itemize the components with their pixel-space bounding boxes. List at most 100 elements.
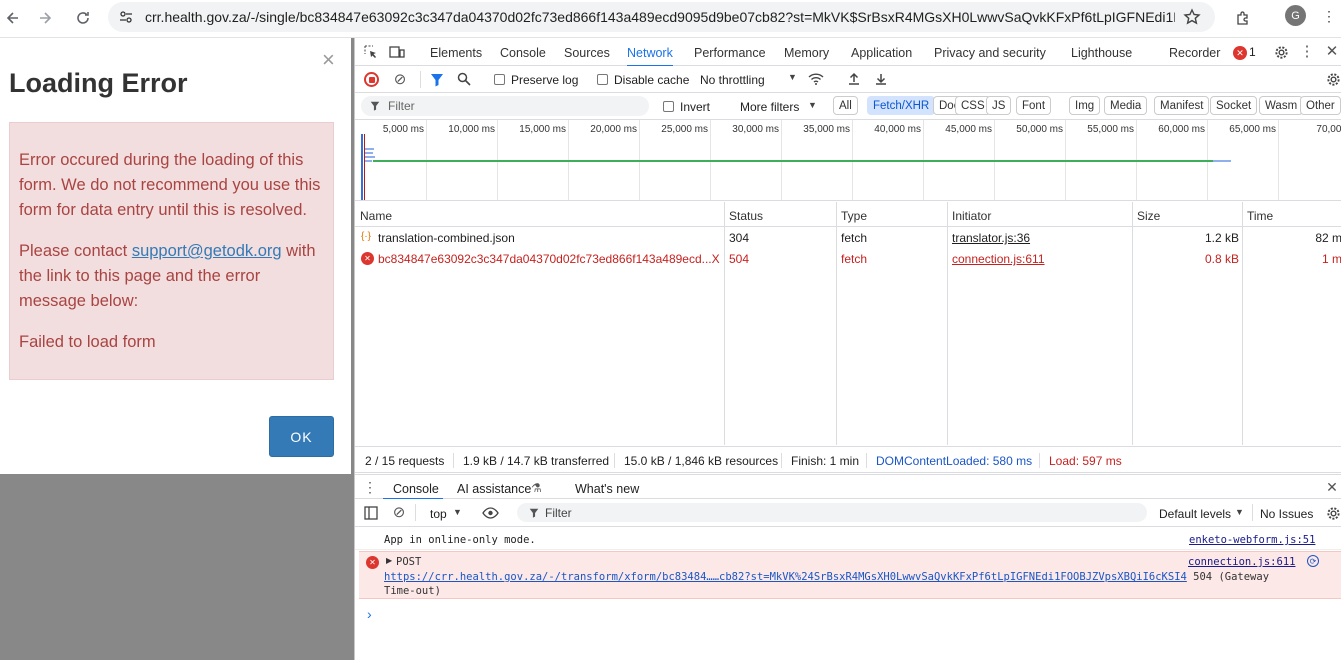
record-stop-icon[interactable] — [364, 72, 379, 87]
column-time[interactable]: Time — [1247, 209, 1273, 223]
type-filter-other[interactable]: Other — [1300, 96, 1341, 115]
type-filter-js[interactable]: JS — [986, 96, 1012, 115]
source-link[interactable]: enketo-webform.js:51 — [1189, 534, 1315, 546]
request-status: 304 — [729, 231, 750, 245]
export-har-icon[interactable] — [873, 71, 889, 87]
expand-triangle-icon[interactable]: ▶ — [386, 556, 392, 565]
console-filter-input[interactable]: Filter — [517, 503, 1147, 522]
browser-menu-icon[interactable]: ⋮ — [1322, 8, 1336, 25]
close-drawer-icon[interactable]: ✕ — [1325, 479, 1339, 495]
console-settings-icon[interactable] — [1325, 505, 1341, 521]
tab-privacy-and-security[interactable]: Privacy and security — [934, 46, 1046, 60]
error-count[interactable]: 1 — [1249, 45, 1256, 59]
drawer-tab-ai-assistance[interactable]: AI assistance — [457, 482, 531, 496]
timeline-tick: 55,000 ms — [1087, 124, 1134, 135]
request-name[interactable]: translation-combined.json — [378, 231, 515, 245]
close-devtools-icon[interactable]: ✕ — [1325, 43, 1339, 60]
experiment-flask-icon: ⚗ — [531, 481, 542, 495]
sidebar-toggle-icon[interactable] — [363, 505, 379, 521]
type-filter-socket[interactable]: Socket — [1210, 96, 1258, 115]
tab-network[interactable]: Network — [627, 46, 673, 67]
preserve-log-checkbox[interactable] — [494, 74, 505, 85]
column-type[interactable]: Type — [841, 209, 867, 223]
timeline-tick: 60,000 ms — [1158, 124, 1205, 135]
disable-cache-checkbox[interactable] — [597, 74, 608, 85]
type-filter-wasm[interactable]: Wasm — [1259, 96, 1304, 115]
support-email-link[interactable]: support@getodk.org — [132, 242, 282, 260]
request-time: 82 m — [1315, 231, 1341, 245]
more-filters-dropdown[interactable]: More filters — [740, 100, 799, 114]
network-request-icon[interactable]: ⟳ — [1307, 555, 1319, 567]
type-filter-media[interactable]: Media — [1104, 96, 1148, 115]
filter-funnel-icon[interactable] — [429, 72, 445, 88]
tab-performance[interactable]: Performance — [694, 46, 766, 60]
tab-elements[interactable]: Elements — [430, 46, 482, 60]
error-icon: ✕ — [366, 556, 379, 569]
extensions-icon[interactable] — [1230, 5, 1256, 31]
back-icon[interactable] — [0, 5, 26, 31]
timeline-overview[interactable]: 5,000 ms 10,000 ms 15,000 ms 20,000 ms 25,00… — [355, 120, 1341, 201]
tab-sources[interactable]: Sources — [564, 46, 610, 60]
invert-checkbox[interactable] — [663, 101, 674, 112]
table-row[interactable]: ✕ bc834847e63092c3c347da04370d02fc73ed86… — [355, 249, 1341, 270]
ok-button[interactable]: OK — [269, 416, 334, 457]
drawer-tab-console[interactable]: Console — [383, 475, 443, 500]
source-link[interactable]: connection.js:611 — [1188, 556, 1295, 568]
tab-console[interactable]: Console — [500, 46, 546, 60]
request-type: fetch — [841, 252, 868, 266]
console-prompt-icon[interactable]: › — [367, 606, 372, 622]
filter-icon — [370, 101, 380, 111]
network-conditions-icon[interactable] — [807, 71, 825, 87]
column-status[interactable]: Status — [729, 209, 763, 223]
drawer-tab-whats-new[interactable]: What's new — [575, 482, 639, 496]
site-settings-icon[interactable] — [118, 9, 134, 28]
context-selector[interactable]: top — [430, 507, 447, 521]
forward-icon[interactable] — [32, 5, 58, 31]
initiator-link[interactable]: connection.js:611 — [952, 252, 1045, 266]
throttling-select[interactable]: No throttling — [700, 73, 765, 87]
bookmark-star-icon[interactable] — [1183, 8, 1201, 29]
chevron-down-icon: ▼ — [808, 100, 817, 110]
import-har-icon[interactable] — [846, 71, 862, 87]
log-levels-dropdown[interactable]: Default levels — [1159, 507, 1231, 521]
network-filter-input[interactable]: Filter — [361, 96, 649, 116]
clear-icon[interactable]: ⊘ — [392, 71, 408, 88]
search-icon[interactable] — [456, 71, 472, 87]
type-filter-all[interactable]: All — [833, 96, 858, 115]
preserve-log-label: Preserve log — [511, 73, 579, 87]
request-size: 0.8 kB — [1204, 252, 1239, 266]
table-row[interactable]: {·} translation-combined.json 304 fetch … — [355, 228, 1341, 249]
address-bar[interactable]: crr.health.gov.za/-/single/bc834847e6309… — [108, 2, 1215, 32]
settings-gear-icon[interactable] — [1273, 44, 1289, 60]
column-initiator[interactable]: Initiator — [952, 209, 991, 223]
device-toolbar-icon[interactable] — [389, 44, 405, 60]
issues-counter[interactable]: No Issues — [1260, 507, 1313, 521]
tab-recorder[interactable]: Recorder — [1169, 46, 1220, 60]
initiator-link[interactable]: translator.js:36 — [952, 231, 1030, 245]
json-file-icon: {·} — [361, 231, 372, 242]
network-settings-icon[interactable] — [1325, 71, 1341, 87]
drawer-menu-icon[interactable]: ⋮ — [363, 479, 377, 495]
tab-memory[interactable]: Memory — [784, 46, 829, 60]
error-url-line: https://crr.health.gov.za/-/transform/xf… — [384, 571, 1270, 583]
tab-application[interactable]: Application — [851, 46, 912, 60]
column-size[interactable]: Size — [1137, 209, 1160, 223]
clear-console-icon[interactable]: ⊘ — [391, 504, 407, 521]
close-icon[interactable]: × — [322, 49, 335, 71]
more-options-icon[interactable]: ⋮ — [1300, 43, 1315, 60]
type-filter-fetch-xhr[interactable]: Fetch/XHR — [867, 96, 936, 115]
request-name[interactable]: bc834847e63092c3c347da04370d02fc73ed866f… — [378, 252, 720, 266]
reload-icon[interactable] — [70, 5, 96, 31]
type-filter-font[interactable]: Font — [1016, 96, 1052, 115]
inspect-element-icon[interactable] — [363, 44, 379, 60]
error-url-link[interactable]: https://crr.health.gov.za/-/transform/xf… — [384, 571, 1187, 583]
request-method: POST — [396, 556, 422, 568]
url-text[interactable]: crr.health.gov.za/-/single/bc834847e6309… — [145, 9, 1175, 25]
profile-avatar[interactable]: G — [1285, 5, 1306, 26]
column-name[interactable]: Name — [360, 209, 392, 223]
live-expression-eye-icon[interactable] — [481, 505, 499, 521]
type-filter-manifest[interactable]: Manifest — [1154, 96, 1210, 115]
tab-lighthouse[interactable]: Lighthouse — [1071, 46, 1132, 60]
error-count-icon[interactable]: ✕ — [1233, 46, 1247, 60]
type-filter-img[interactable]: Img — [1069, 96, 1101, 115]
